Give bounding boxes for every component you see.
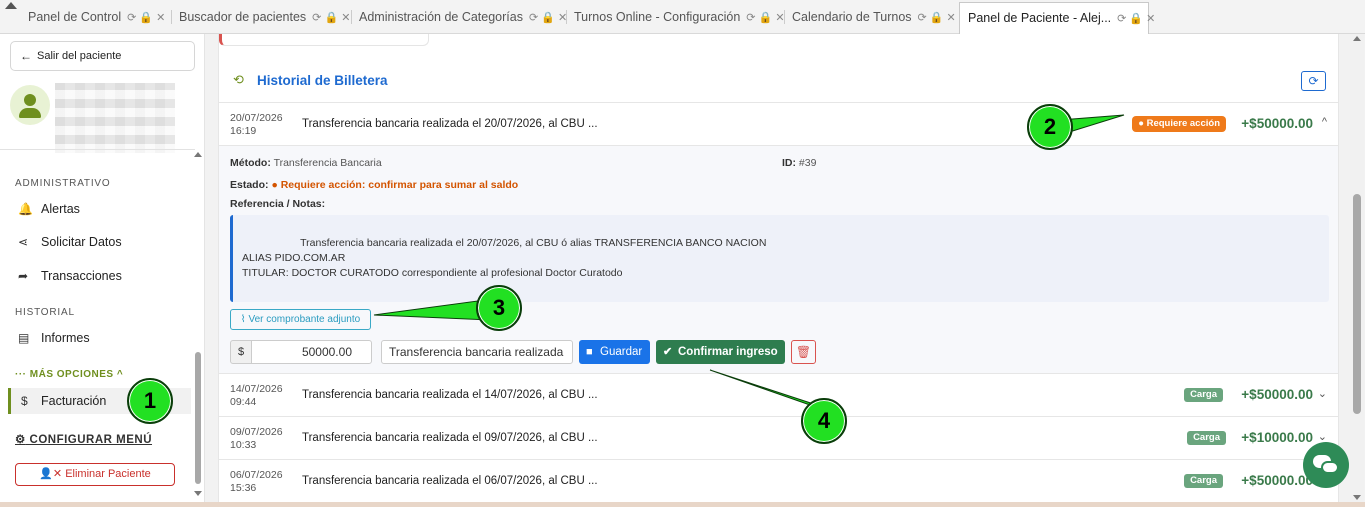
callout-pointers	[373, 114, 1125, 411]
callout-3: 3	[476, 285, 522, 331]
callout-pointer-3	[373, 299, 491, 321]
callout-4: 4	[801, 398, 847, 444]
callout-2: 2	[1027, 104, 1073, 150]
callout-1: 1	[127, 378, 173, 424]
